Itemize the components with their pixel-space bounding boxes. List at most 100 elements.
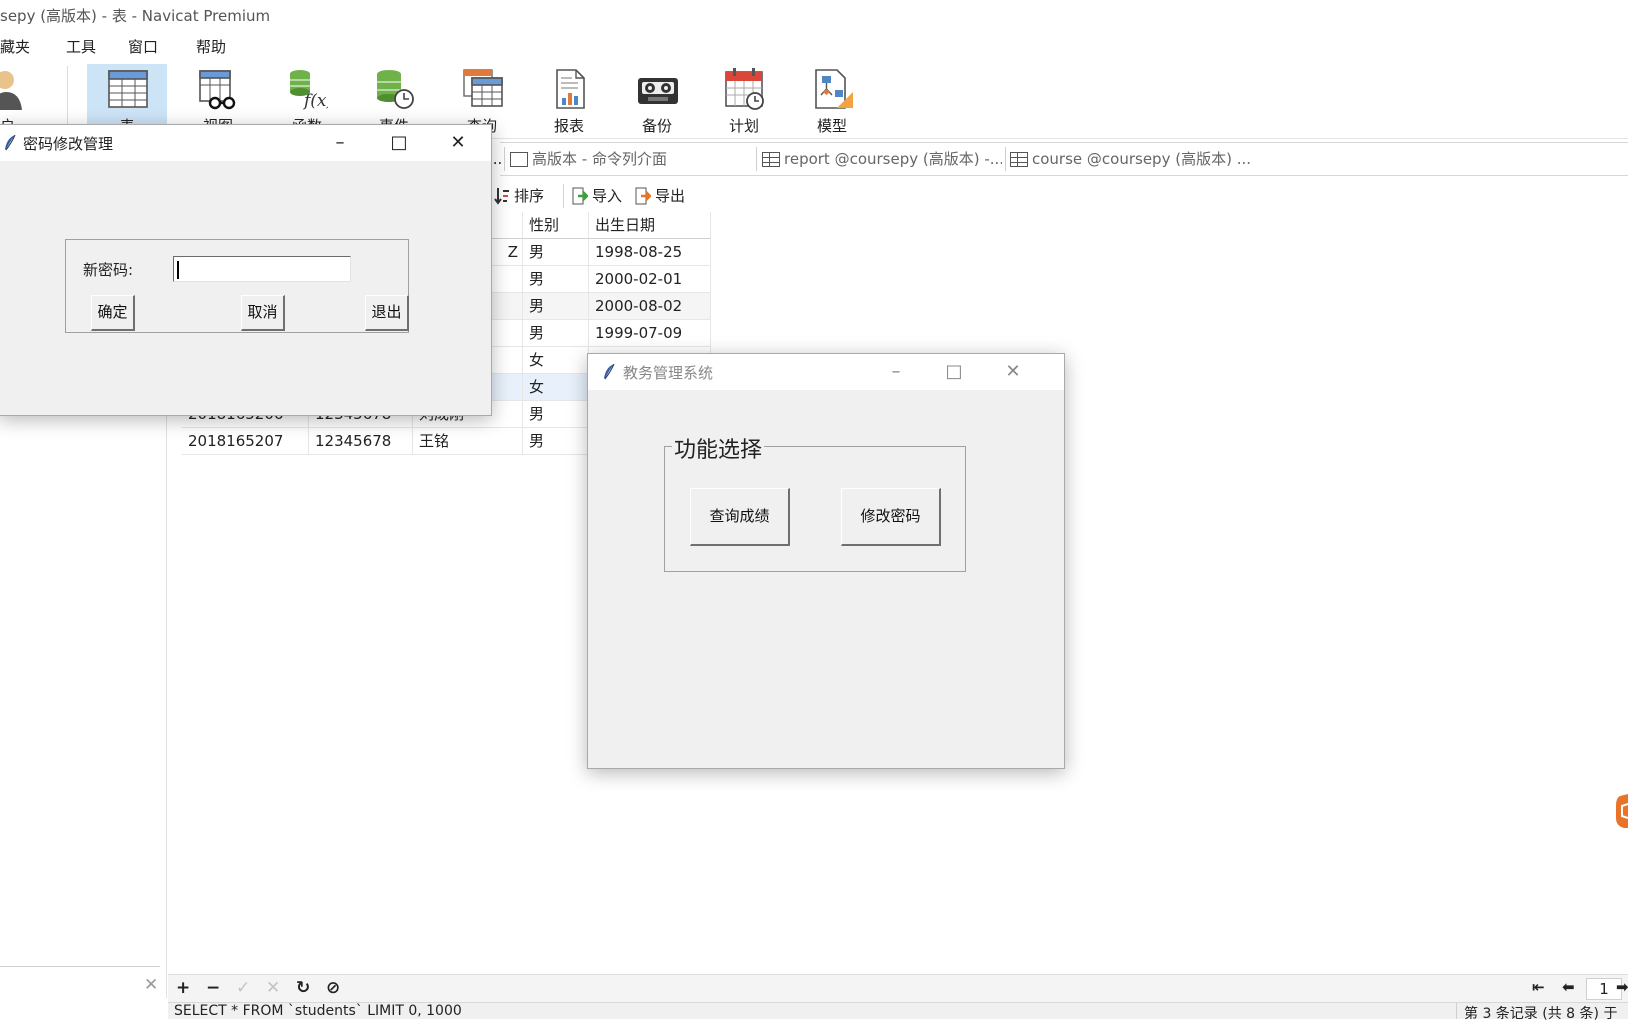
event-icon	[377, 70, 414, 109]
query-icon	[463, 69, 503, 107]
table-cell[interactable]: 1998-08-25	[589, 239, 711, 266]
password-dialog-title: 密码修改管理	[23, 135, 114, 153]
view-icon	[199, 70, 236, 110]
menu-window[interactable]: 窗口	[128, 36, 158, 57]
table-icon	[1010, 152, 1028, 167]
table-cell[interactable]: 女	[523, 347, 589, 374]
query-grades-button[interactable]: 查询成绩	[690, 488, 790, 546]
first-page-icon[interactable]: ⇤	[1532, 978, 1545, 996]
table-cell[interactable]: 男	[523, 293, 589, 320]
table-cell[interactable]: 男	[523, 239, 589, 266]
tab-separator	[504, 147, 505, 171]
minimize-icon[interactable]: –	[325, 131, 355, 155]
table-subtoolbar: 选 排序 导入 导出	[470, 180, 1628, 212]
tab-command-line-label: 高版本 - 命令列介面	[532, 150, 667, 168]
close-icon[interactable]: ✕	[998, 360, 1028, 384]
table-cell[interactable]: 2000-08-02	[589, 293, 711, 320]
feather-icon	[5, 135, 16, 151]
navigation-pane	[0, 400, 167, 998]
main-dialog-title: 教务管理系统	[623, 364, 714, 382]
menu-tools[interactable]: 工具	[66, 36, 96, 57]
nav-search-field[interactable]	[0, 966, 160, 967]
exit-button[interactable]: 退出	[365, 295, 409, 331]
svg-text:f(x): f(x)	[302, 91, 328, 110]
import-label: 导入	[592, 187, 623, 205]
cancel-button[interactable]: 取消	[241, 295, 285, 331]
table-icon	[762, 152, 780, 167]
function-icon: f(x)	[290, 70, 328, 110]
delete-record-icon[interactable]: −	[206, 978, 220, 998]
main-system-dialog: 教务管理系统 – □ ✕ 功能选择 查询成绩 修改密码	[587, 353, 1065, 769]
app-titlebar: sepy (高版本) - 表 - Navicat Premium	[0, 0, 1628, 29]
maximize-icon[interactable]: □	[384, 131, 414, 155]
schedule-icon	[725, 68, 764, 110]
import-icon	[572, 187, 588, 205]
toolbar-separator	[67, 66, 68, 132]
apply-changes-icon[interactable]: ✓	[236, 978, 250, 998]
feather-icon	[604, 364, 615, 380]
tab-separator	[1005, 147, 1006, 171]
confirm-button[interactable]: 确定	[91, 295, 135, 331]
toolbar-backup-button[interactable]: 备份	[617, 64, 697, 136]
report-icon	[556, 69, 585, 109]
new-password-label: 新密码:	[83, 261, 134, 279]
stop-icon[interactable]: ⊘	[326, 978, 340, 998]
backup-icon	[638, 78, 678, 104]
table-cell[interactable]: 男	[523, 320, 589, 347]
discard-changes-icon[interactable]: ✕	[266, 978, 280, 998]
password-dialog: 密码修改管理 – □ ✕ 新密码: 确定 取消 退出	[0, 124, 492, 416]
tab-course-label: course @coursepy (高版本) ...	[1032, 150, 1251, 168]
table-cell[interactable]: 2018165207	[182, 428, 309, 455]
table-cell[interactable]: 女	[523, 374, 589, 401]
grid-header-birthdate[interactable]: 出生日期	[589, 212, 711, 239]
export-button[interactable]: 导出	[635, 185, 685, 206]
menu-help[interactable]: 帮助	[196, 36, 226, 57]
status-bar: SELECT * FROM `students` LIMIT 0, 1000 第…	[168, 1002, 1628, 1022]
tab-report[interactable]: report @coursepy (高版本) -...	[762, 143, 1002, 175]
grid-action-bar: + − ✓ ✕ ↻ ⊘ ⇤ ⬅ 1 ➡	[168, 974, 1628, 1003]
grid-header-gender[interactable]: 性别	[523, 212, 589, 239]
table-cell[interactable]: 2000-02-01	[589, 266, 711, 293]
table-cell[interactable]: 男	[523, 266, 589, 293]
status-separator	[1456, 1003, 1457, 1019]
status-record-count: 第 3 条记录 (共 8 条) 于	[1464, 1006, 1618, 1022]
toolbar-report-label: 报表	[553, 117, 584, 135]
toolbar-schedule-button[interactable]: 计划	[704, 64, 784, 136]
table-cell[interactable]: 王铭	[413, 428, 523, 455]
maximize-icon[interactable]: □	[939, 360, 969, 384]
table-cell[interactable]: 男	[523, 401, 589, 428]
tab-course[interactable]: course @coursepy (高版本) ...	[1010, 143, 1260, 175]
main-dialog-titlebar: 教务管理系统 – □ ✕	[588, 354, 1064, 390]
console-icon	[510, 152, 528, 167]
table-icon	[108, 70, 148, 108]
sort-icon	[494, 188, 509, 205]
app-logo-icon	[1616, 794, 1628, 828]
table-cell[interactable]: 男	[523, 428, 589, 455]
change-password-button[interactable]: 修改密码	[841, 488, 941, 546]
import-button[interactable]: 导入	[572, 185, 622, 206]
model-icon	[815, 69, 853, 109]
minimize-icon[interactable]: –	[881, 360, 911, 384]
toolbar-backup-label: 备份	[641, 117, 672, 135]
text-caret	[177, 261, 179, 279]
password-dialog-titlebar: 密码修改管理 – □ ✕	[0, 125, 491, 161]
export-icon	[635, 187, 651, 205]
close-icon[interactable]: ✕	[443, 131, 473, 155]
new-password-input[interactable]	[173, 256, 351, 282]
tab-separator	[756, 147, 757, 171]
toolbar-report-button[interactable]: 报表	[529, 64, 609, 136]
table-cell[interactable]: 1999-07-09	[589, 320, 711, 347]
menu-favorites[interactable]: 藏夹	[0, 36, 30, 57]
tab-command-line[interactable]: 高版本 - 命令列介面	[510, 143, 750, 175]
sort-button[interactable]: 排序	[494, 185, 544, 206]
refresh-icon[interactable]: ↻	[296, 978, 310, 998]
toolbar-model-button[interactable]: 模型	[792, 64, 872, 136]
toolbar-schedule-label: 计划	[728, 117, 759, 135]
clear-search-icon[interactable]: ✕	[144, 975, 158, 995]
add-record-icon[interactable]: +	[176, 978, 190, 998]
table-cell[interactable]: 12345678	[309, 428, 413, 455]
prev-page-icon[interactable]: ⬅	[1562, 978, 1575, 996]
tab-report-label: report @coursepy (高版本) -...	[784, 150, 1002, 168]
next-page-icon[interactable]: ➡	[1616, 978, 1628, 996]
toolbar-model-label: 模型	[816, 117, 847, 135]
